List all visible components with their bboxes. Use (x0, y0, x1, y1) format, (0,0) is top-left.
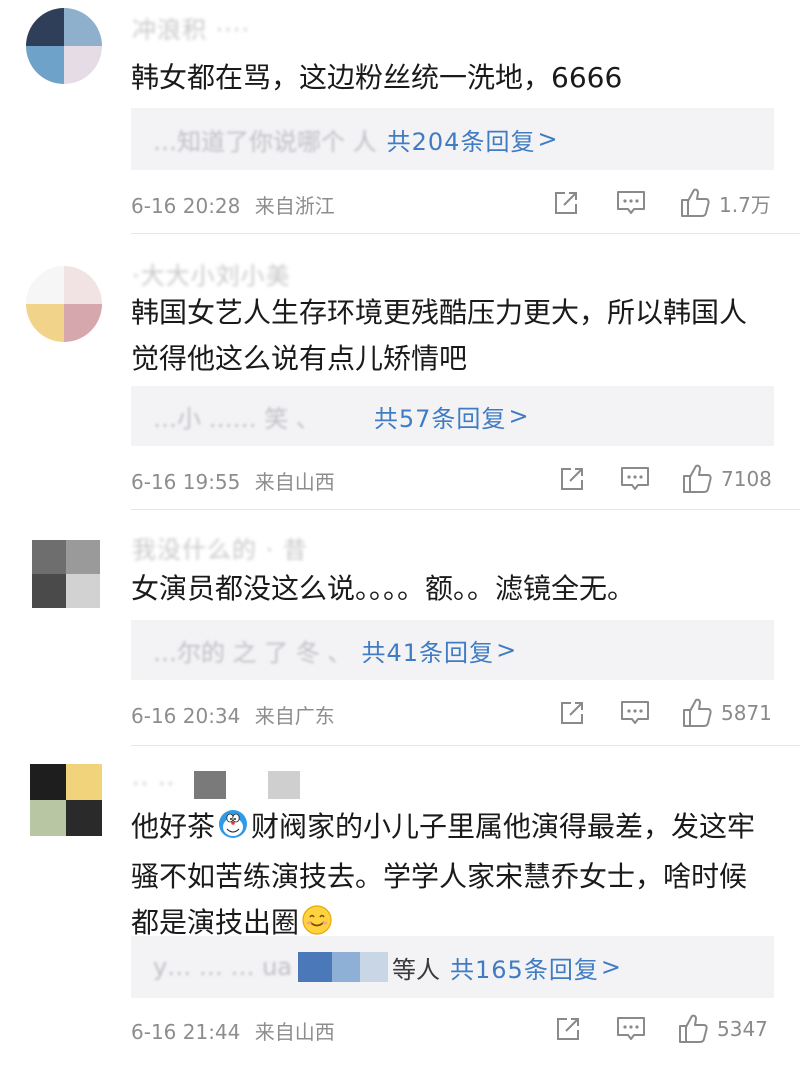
comment-text: 女演员都没这么说。。。。额。。滤镜全无。 (131, 572, 636, 605)
reply-count-link[interactable]: 共41条回复 (362, 633, 495, 668)
reply-button[interactable] (615, 1012, 647, 1046)
comment-time: 6-16 20:34 (131, 704, 241, 728)
reply-button[interactable] (619, 696, 651, 730)
comment-location: 来自山西 (254, 1020, 335, 1044)
username[interactable]: 冲浪积 ···· (132, 10, 250, 45)
like-icon (681, 188, 710, 217)
comment-text: 他好茶 财阀家的小儿子里属他演得最差，发这牢骚不如苦练演技去。学学人家宋慧乔女士，… (131, 804, 760, 950)
comment-footer: 6-16 20:34 来自广东 5871 (131, 696, 774, 730)
reply-summary[interactable]: …小 …… 笑 、 共57条回复 > (131, 386, 774, 446)
reply-names-suffix: 等人 (392, 955, 441, 984)
chevron-right-icon: > (600, 953, 622, 981)
comment-item: 我没什么的 · 昔 女演员都没这么说。。。。额。。滤镜全无。 …尔的 之 了 冬… (0, 510, 800, 746)
like-icon (683, 464, 712, 493)
comment-location: 来自浙江 (254, 194, 335, 218)
masked-username (360, 952, 389, 982)
like-count: 1.7万 (719, 192, 771, 217)
share-button[interactable] (551, 186, 581, 220)
comment-location: 来自广东 (254, 704, 335, 728)
comment-time: 6-16 21:44 (131, 1020, 241, 1044)
comment-item: ·· ·· 他好茶 财阀家的小儿子里属他演得最差，发这牢骚不如苦练演技去。学学人家… (0, 746, 800, 1077)
doraemon-emoji-icon (217, 808, 249, 854)
avatar[interactable] (26, 8, 102, 84)
comment-footer: 6-16 20:28 来自浙江 1.7万 (131, 186, 774, 220)
reply-names: …尔的 之 了 冬 、 (153, 638, 352, 667)
share-icon (561, 702, 583, 724)
masked-username (298, 952, 333, 982)
comment-icon (617, 191, 645, 214)
comment-footer: 6-16 21:44 来自山西 5347 (131, 1012, 774, 1046)
share-button[interactable] (553, 1012, 583, 1046)
like-button[interactable]: 5871 (681, 696, 772, 730)
share-icon (555, 192, 577, 214)
masked-username (332, 952, 361, 982)
share-icon (561, 468, 583, 490)
like-icon (679, 1014, 708, 1043)
masked-username (268, 771, 301, 799)
masked-username (193, 771, 226, 799)
comment-time: 6-16 19:55 (131, 470, 241, 494)
comment-time: 6-16 20:28 (131, 194, 241, 218)
like-count: 5347 (717, 1017, 768, 1041)
like-count: 5871 (721, 701, 772, 725)
like-button[interactable]: 5347 (677, 1012, 768, 1046)
comment-item: 冲浪积 ···· 韩女都在骂，这边粉丝统一洗地，6666 …知道了你说哪个 人 … (0, 0, 800, 234)
comment-text: 韩女都在骂，这边粉丝统一洗地，6666 (131, 61, 623, 94)
comment-text: 韩国女艺人生存环境更残酷压力更大，所以韩国人觉得他这么说有点儿矫情吧 (131, 296, 748, 375)
reply-names: y… … … ua (153, 953, 293, 981)
avatar[interactable] (30, 764, 102, 836)
reply-count-link[interactable]: 共57条回复 (374, 399, 507, 434)
reply-button[interactable] (619, 462, 651, 496)
like-icon (683, 698, 712, 727)
share-button[interactable] (557, 696, 587, 730)
reply-summary[interactable]: …知道了你说哪个 人 共204条回复 > (131, 108, 774, 170)
comment-location: 来自山西 (254, 470, 335, 494)
chevron-right-icon: > (496, 636, 518, 664)
comment-item: ·大大小刘小美 韩国女艺人生存环境更残酷压力更大，所以韩国人觉得他这么说有点儿矫… (0, 234, 800, 510)
username[interactable]: ·大大小刘小美 (132, 256, 291, 291)
avatar[interactable] (26, 266, 102, 342)
reply-button[interactable] (615, 186, 647, 220)
avatar[interactable] (32, 540, 100, 608)
comment-footer: 6-16 19:55 来自山西 7108 (131, 462, 774, 496)
chevron-right-icon: > (508, 402, 530, 430)
reply-count-link[interactable]: 共165条回复 (450, 950, 599, 985)
share-icon (557, 1018, 579, 1040)
like-button[interactable]: 1.7万 (679, 186, 771, 220)
comment-icon (617, 1017, 645, 1040)
comment-feed: 冲浪积 ···· 韩女都在骂，这边粉丝统一洗地，6666 …知道了你说哪个 人 … (0, 0, 800, 1077)
comment-icon (621, 701, 649, 724)
reply-names: …知道了你说哪个 人 (153, 127, 377, 156)
comment-icon (621, 467, 649, 490)
username[interactable]: ·· ·· (132, 770, 301, 799)
username[interactable]: 我没什么的 · 昔 (132, 530, 308, 565)
like-count: 7108 (721, 467, 772, 491)
share-button[interactable] (557, 462, 587, 496)
reply-count-link[interactable]: 共204条回复 (387, 122, 536, 157)
reply-summary[interactable]: …尔的 之 了 冬 、 共41条回复 > (131, 620, 774, 680)
reply-names: …小 …… 笑 、 (153, 404, 320, 433)
like-button[interactable]: 7108 (681, 462, 772, 496)
reply-summary[interactable]: y… … … ua 等人 共165条回复 > (131, 936, 774, 998)
chevron-right-icon: > (537, 125, 559, 153)
